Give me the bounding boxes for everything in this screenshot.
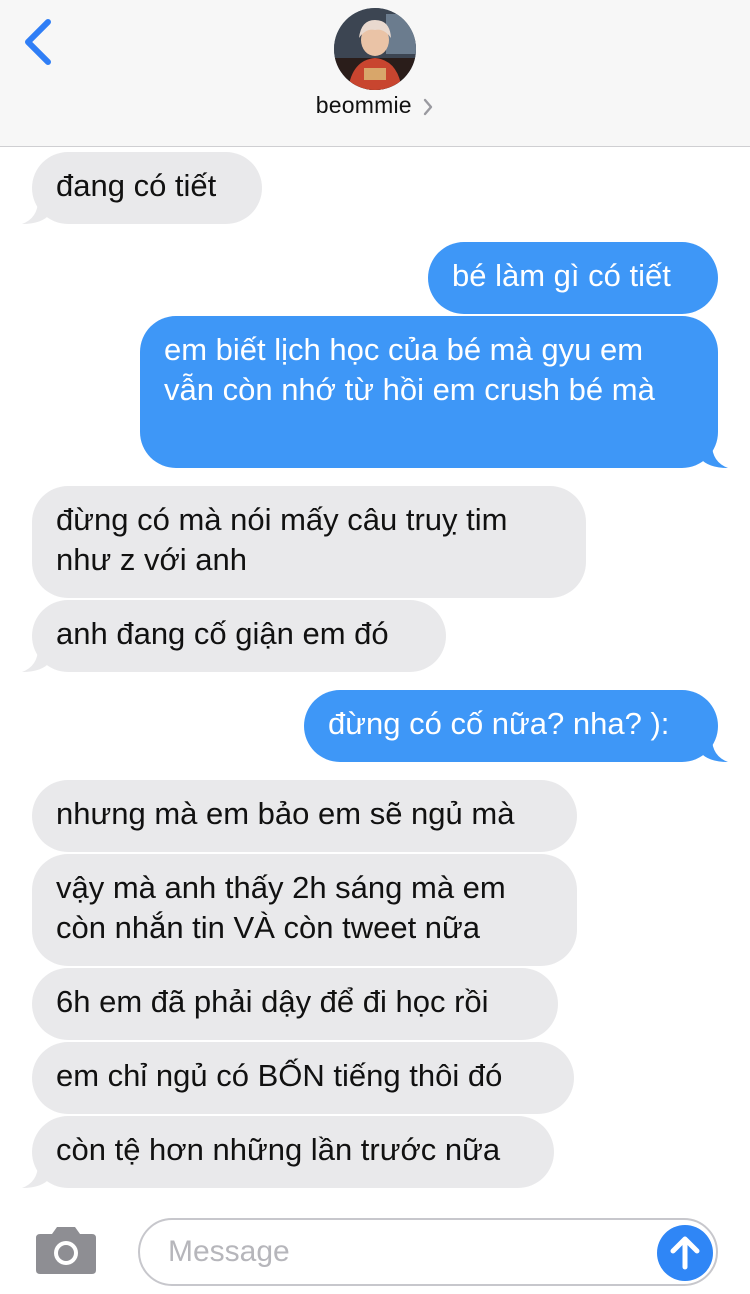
send-button[interactable] [657, 1225, 713, 1281]
message-composer [0, 1204, 750, 1294]
message-text: em biết lịch học của bé mà gyu em vẫn cò… [164, 332, 655, 407]
contact-info-button[interactable]: beommie [0, 92, 750, 119]
avatar-image [334, 8, 416, 90]
bubble-tail [22, 200, 50, 224]
received-message[interactable]: đừng có mà nói mấy câu truỵ tim như z vớ… [32, 486, 586, 598]
received-message[interactable]: đang có tiết [32, 152, 262, 224]
bubble-tail [22, 1164, 50, 1188]
chevron-right-icon [424, 98, 433, 115]
message-input[interactable] [138, 1218, 718, 1286]
arrow-up-icon [670, 1236, 700, 1270]
message-text: em chỉ ngủ có BỐN tiếng thôi đó [56, 1058, 503, 1093]
received-message[interactable]: vậy mà anh thấy 2h sáng mà em còn nhắn t… [32, 854, 577, 966]
back-button[interactable] [18, 14, 62, 70]
sent-message[interactable]: em biết lịch học của bé mà gyu em vẫn cò… [140, 316, 718, 468]
message-text: còn tệ hơn những lần trước nữa [56, 1132, 501, 1167]
received-message[interactable]: nhưng mà em bảo em sẽ ngủ mà [32, 780, 577, 852]
received-message[interactable]: còn tệ hơn những lần trước nữa [32, 1116, 554, 1188]
camera-icon [36, 1227, 96, 1274]
message-text: đang có tiết [56, 168, 217, 203]
contact-name: beommie [315, 92, 412, 118]
message-text: vậy mà anh thấy 2h sáng mà em còn nhắn t… [56, 870, 506, 945]
message-text: nhưng mà em bảo em sẽ ngủ mà [56, 796, 515, 831]
message-text: 6h em đã phải dậy để đi học rồi [56, 984, 489, 1019]
message-text: anh đang cố giận em đó [56, 616, 389, 651]
bubble-tail [700, 738, 728, 762]
message-text: bé làm gì có tiết [452, 258, 671, 293]
camera-button[interactable] [34, 1224, 98, 1276]
message-text: đừng có mà nói mấy câu truỵ tim như z vớ… [56, 502, 508, 577]
bubble-tail [700, 444, 728, 468]
message-text: đừng có cố nữa? nha? ): [328, 706, 670, 741]
bubble-tail [22, 648, 50, 672]
sent-message[interactable]: bé làm gì có tiết [428, 242, 718, 314]
chevron-left-icon [25, 19, 51, 65]
sent-message[interactable]: đừng có cố nữa? nha? ): [304, 690, 718, 762]
received-message[interactable]: anh đang cố giận em đó [32, 600, 446, 672]
avatar[interactable] [334, 8, 416, 90]
conversation-header: beommie [0, 0, 750, 147]
received-message[interactable]: em chỉ ngủ có BỐN tiếng thôi đó [32, 1042, 574, 1114]
received-message[interactable]: 6h em đã phải dậy để đi học rồi [32, 968, 558, 1040]
